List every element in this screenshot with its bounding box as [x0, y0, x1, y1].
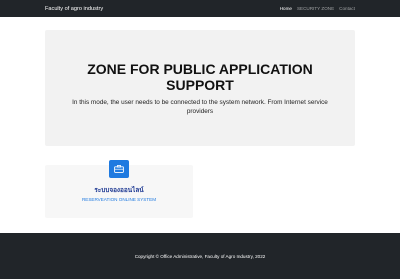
card-subtitle[interactable]: RESERVEATION ONLINE SYSTEM: [45, 197, 193, 202]
briefcase-icon[interactable]: [109, 160, 129, 178]
nav-link-contact[interactable]: Contact: [339, 6, 355, 11]
hero-title: ZONE FOR PUBLIC APPLICATION SUPPORT: [87, 61, 313, 93]
navbar-brand[interactable]: Faculty of agro industry: [45, 6, 103, 12]
footer-copyright: Copyright © Office Administrative, Facul…: [134, 253, 266, 259]
navbar-links: Home SECURITY ZONE Contact: [280, 6, 355, 11]
card-title-thai[interactable]: ระบบจองออนไลน์: [45, 185, 193, 195]
hero-jumbotron: ZONE FOR PUBLIC APPLICATION SUPPORT In t…: [45, 30, 355, 146]
nav-link-home[interactable]: Home: [280, 6, 292, 11]
hero-description: In this mode, the user needs to be conne…: [72, 99, 328, 115]
footer: Copyright © Office Administrative, Facul…: [0, 233, 400, 279]
nav-link-security-zone[interactable]: SECURITY ZONE: [297, 6, 334, 11]
top-navbar: Faculty of agro industry Home SECURITY Z…: [0, 0, 400, 17]
